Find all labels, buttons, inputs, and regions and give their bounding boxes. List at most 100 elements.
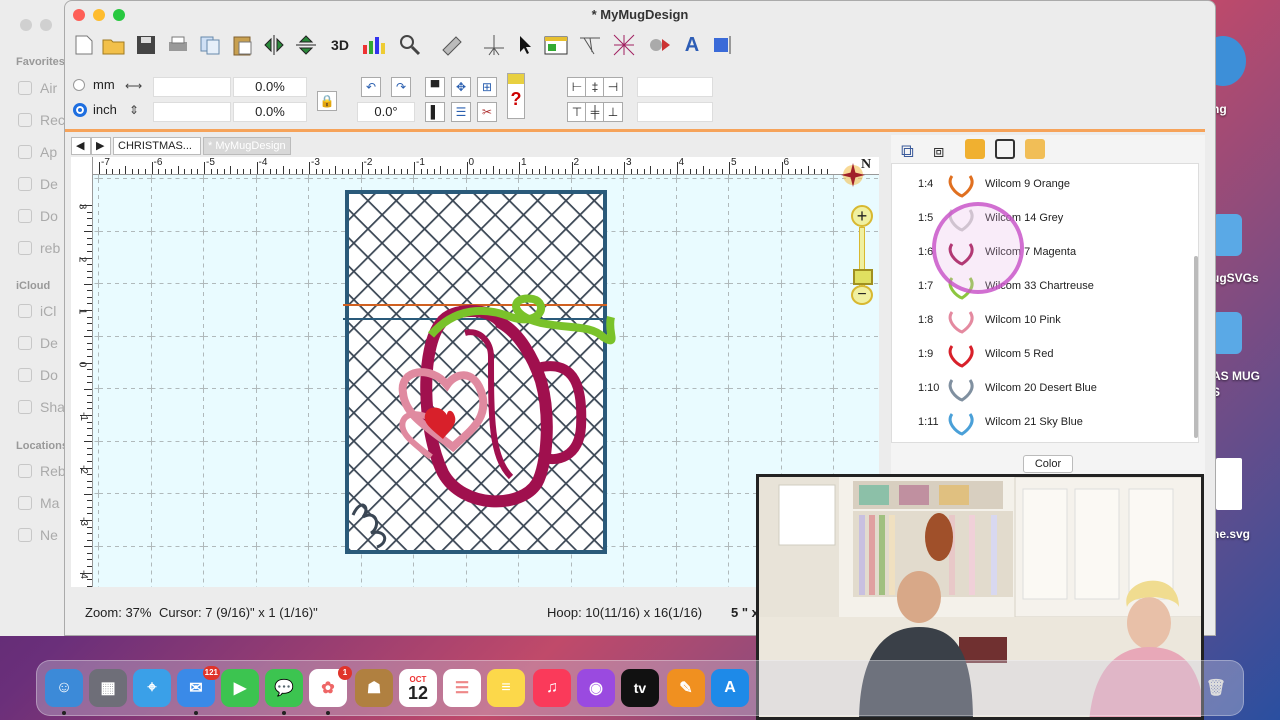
mirror-vertical-icon[interactable] (293, 32, 319, 58)
app-store-icon[interactable]: A (711, 669, 749, 707)
appliqué-tool-icon[interactable] (647, 32, 673, 58)
mm-radio[interactable] (73, 79, 85, 91)
rotate-left-icon[interactable]: ↶ (361, 77, 381, 97)
center-point-icon[interactable] (481, 32, 507, 58)
finder-item[interactable]: reb (18, 240, 60, 256)
music-app-icon[interactable]: ♫ (533, 669, 571, 707)
save-icon[interactable] (133, 32, 159, 58)
align-v-centers-icon[interactable]: ╪ (585, 102, 605, 122)
desktop-svg-file-icon[interactable] (1216, 458, 1242, 510)
align-left-edges-icon[interactable]: ⊢ (567, 77, 587, 97)
calendar-app-icon[interactable]: OCT 12 (399, 669, 437, 707)
finder-item[interactable]: Ne (18, 527, 58, 543)
reminders-app-icon[interactable]: ☰ (443, 669, 481, 707)
podcasts-app-icon[interactable]: ◉ (577, 669, 615, 707)
height-percent-field[interactable]: 0.0% (233, 102, 307, 122)
finder-item[interactable]: De (18, 176, 58, 192)
facetime-app-icon[interactable]: ▶ (221, 669, 259, 707)
rotation-field[interactable]: 0.0° (357, 102, 415, 122)
zoom-slider[interactable]: + − (845, 205, 873, 305)
align-top-edges-icon[interactable]: ⊤ (567, 102, 587, 122)
finder-item[interactable]: Do (18, 208, 58, 224)
contacts-app-icon[interactable]: ☗ (355, 669, 393, 707)
pages-app-icon[interactable]: ✎ (667, 669, 705, 707)
launchpad-app-icon[interactable]: ▦ (89, 669, 127, 707)
stitch-edit-icon[interactable] (577, 32, 603, 58)
align-right-edges-icon[interactable]: ⊣ (603, 77, 623, 97)
width-percent-field[interactable]: 0.0% (233, 77, 307, 97)
mail-app-icon[interactable]: ✉ 121 (177, 666, 220, 707)
compass-icon[interactable]: N (839, 157, 871, 189)
finder-item[interactable]: iCl (18, 303, 56, 319)
paste-icon[interactable] (229, 32, 255, 58)
ruler-measure-icon[interactable] (439, 32, 465, 58)
width-field[interactable] (153, 77, 231, 97)
tab-mymugdesign[interactable]: * MyMugDesign (203, 137, 291, 155)
desktop-file-icon[interactable] (1212, 312, 1242, 354)
object-row[interactable]: 1:11 Wilcom 21 Sky Blue (892, 406, 1192, 440)
group-icon[interactable]: ⧉ (901, 141, 914, 162)
finder-item[interactable]: Do (18, 367, 58, 383)
align-h-centers-icon[interactable]: ‡ (585, 77, 605, 97)
select-arrow-icon[interactable] (513, 32, 539, 58)
messages-app-icon[interactable]: 💬 (265, 669, 303, 707)
zoom-thumb[interactable] (853, 269, 873, 285)
photos-app-icon[interactable]: ✿ 1 (309, 666, 352, 707)
align-bottom-edges-icon[interactable]: ⊥ (603, 102, 623, 122)
tab-scroll-left[interactable]: ◀ (71, 137, 91, 155)
distribute-icon[interactable]: ☰ (451, 102, 471, 122)
object-list[interactable]: 1:4 Wilcom 9 Orange 1:5 Wilcom 14 Grey 1:6 Wi… (891, 163, 1199, 443)
text-tool-icon[interactable]: A (679, 32, 705, 58)
new-document-icon[interactable] (71, 32, 97, 58)
object-row[interactable]: 1:10 Wilcom 20 Desert Blue (892, 372, 1192, 406)
color-button[interactable]: Color (1023, 455, 1073, 473)
help-query-icon[interactable]: ? (507, 73, 525, 119)
finder-item[interactable]: Ma (18, 495, 59, 511)
finder-item[interactable]: Ap (18, 144, 57, 160)
tab-christmas[interactable]: CHRISTMAS... (113, 137, 201, 155)
copy-icon[interactable] (197, 32, 223, 58)
lock-icon[interactable] (965, 139, 985, 159)
center-in-hoop-icon[interactable]: ⊞ (477, 77, 497, 97)
unlock-icon[interactable] (1025, 139, 1045, 159)
pattern-fill-icon[interactable] (611, 32, 637, 58)
align-left-icon[interactable]: ▌ (425, 102, 445, 122)
finder-item[interactable]: Air (18, 80, 57, 96)
lock-all-icon[interactable] (995, 139, 1015, 159)
finder-item[interactable]: Rec (18, 112, 65, 128)
object-row[interactable]: 1:4 Wilcom 9 Orange (892, 168, 1192, 202)
scissors-icon[interactable]: ✂ (477, 102, 497, 122)
finder-item[interactable]: Reb (18, 463, 66, 479)
object-row[interactable]: 1:7 Wilcom 33 Chartreuse (892, 270, 1192, 304)
rotate-right-icon[interactable]: ↷ (391, 77, 411, 97)
finder-item[interactable]: De (18, 335, 58, 351)
finder-minimize-light[interactable] (40, 19, 52, 31)
finder-close-light[interactable] (20, 19, 32, 31)
fit-hoop-icon[interactable]: ✥ (451, 77, 471, 97)
spacing-field-2[interactable] (637, 102, 713, 122)
height-field[interactable] (153, 102, 231, 122)
ungroup-icon[interactable]: ⧈ (933, 141, 944, 162)
desktop-file-icon[interactable] (1212, 214, 1242, 256)
list-scrollbar[interactable] (1194, 256, 1198, 438)
bar-chart-icon[interactable] (361, 32, 387, 58)
zoom-in-icon[interactable]: + (851, 205, 873, 227)
zoom-out-icon[interactable]: − (851, 285, 873, 305)
safari-app-icon[interactable]: ⌖ (133, 669, 171, 707)
print-icon[interactable] (165, 32, 191, 58)
object-row[interactable]: 1:9 Wilcom 5 Red (892, 338, 1192, 372)
hoop-layout-icon[interactable] (711, 32, 737, 58)
finder-item[interactable]: Sha (18, 399, 65, 415)
lock-ratio-icon[interactable]: 🔒 (317, 91, 337, 111)
align-top-icon[interactable]: ▀ (425, 77, 445, 97)
trash-icon[interactable]: 🗑 (1197, 669, 1235, 707)
open-folder-icon[interactable] (101, 32, 127, 58)
notes-app-icon[interactable]: ≡ (487, 669, 525, 707)
zoom-magnifier-icon[interactable] (397, 32, 423, 58)
tv-app-icon[interactable]: tv (621, 669, 659, 707)
tab-scroll-right[interactable]: ▶ (91, 137, 111, 155)
properties-window-icon[interactable] (543, 32, 569, 58)
3d-view-icon[interactable]: 3D (327, 32, 353, 58)
object-row[interactable]: 1:8 Wilcom 10 Pink (892, 304, 1192, 338)
mirror-horizontal-icon[interactable] (261, 32, 287, 58)
